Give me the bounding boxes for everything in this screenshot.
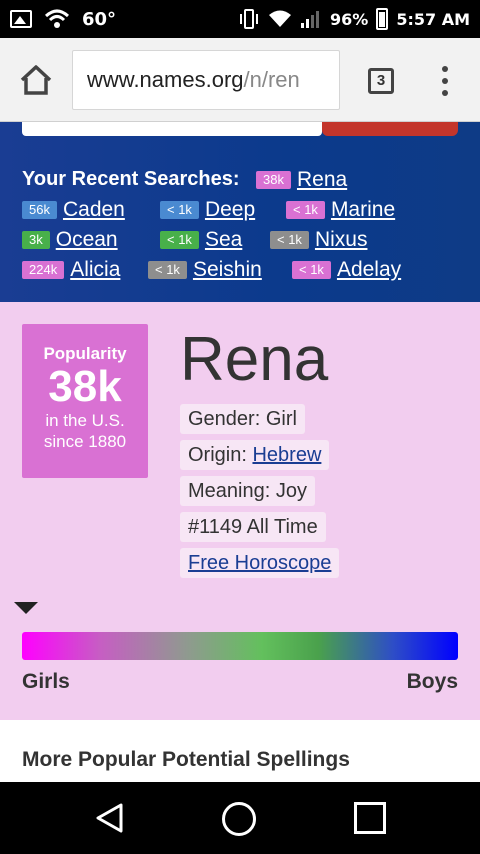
recent-search-item[interactable]: < 1k Adelay <box>292 258 401 282</box>
search-button[interactable] <box>322 122 458 136</box>
home-nav-icon[interactable] <box>222 802 256 836</box>
horoscope-link[interactable]: Free Horoscope <box>188 552 331 574</box>
vibrate-icon <box>240 9 259 29</box>
popularity-badge: < 1k <box>292 261 331 279</box>
origin-fact: Origin: Hebrew <box>180 440 330 470</box>
recent-search-item[interactable]: 38k Rena <box>256 168 347 192</box>
recent-searches-title: Your Recent Searches: <box>22 168 240 190</box>
recent-search-link[interactable]: Sea <box>205 228 242 252</box>
wifi-call-icon <box>44 9 70 28</box>
battery-percent: 96% <box>330 9 369 29</box>
popularity-badge: < 1k <box>270 231 309 249</box>
spellings-title: More Popular Potential Spellings <box>22 748 350 771</box>
popularity-badge: 38k <box>256 171 291 189</box>
wifi-icon <box>269 10 292 27</box>
gender-gauge <box>22 632 458 660</box>
popularity-box: Popularity 38k in the U.S. since 1880 <box>22 324 148 478</box>
name-title: Rena <box>180 325 329 394</box>
recent-apps-icon[interactable] <box>354 802 386 834</box>
recent-search-item[interactable]: 3k Ocean <box>22 228 118 252</box>
recent-search-item[interactable]: < 1k Sea <box>160 228 242 252</box>
popularity-since: since 1880 <box>43 432 127 451</box>
popularity-badge: 3k <box>22 231 50 249</box>
recent-search-link[interactable]: Deep <box>205 198 255 222</box>
recent-search-link[interactable]: Adelay <box>337 258 401 282</box>
horoscope-fact: Free Horoscope <box>180 548 340 578</box>
signal-icon <box>301 11 320 28</box>
recent-searches-panel: Your Recent Searches: 38k Rena 56k Caden… <box>0 122 480 302</box>
recent-search-link[interactable]: Marine <box>331 198 395 222</box>
recent-search-link[interactable]: Seishin <box>193 258 262 282</box>
popularity-badge: 224k <box>22 261 65 279</box>
gender-fact: Gender: Girl <box>180 404 305 434</box>
popularity-badge: < 1k <box>160 231 199 249</box>
tab-switcher-button[interactable]: 3 <box>368 68 394 94</box>
meaning-fact: Meaning: Joy <box>180 476 315 506</box>
browser-toolbar: www.names.org/n/ren 3 <box>0 38 480 122</box>
recent-search-item[interactable]: 224k Alicia <box>22 258 120 282</box>
recent-search-item[interactable]: 56k Caden <box>22 198 125 222</box>
address-bar[interactable]: www.names.org/n/ren <box>72 50 340 110</box>
recent-search-item[interactable]: < 1k Seishin <box>148 258 262 282</box>
recent-search-link[interactable]: Rena <box>297 168 347 192</box>
clock-text: 5:57 AM <box>396 9 470 29</box>
popularity-badge: < 1k <box>160 201 199 219</box>
origin-link[interactable]: Hebrew <box>252 444 321 466</box>
home-icon[interactable] <box>18 64 54 96</box>
recent-search-item[interactable]: < 1k Marine <box>286 198 395 222</box>
origin-label: Origin: <box>188 444 253 466</box>
navigation-bar <box>0 782 480 854</box>
overflow-menu-icon[interactable] <box>440 66 450 96</box>
recent-search-link[interactable]: Nixus <box>315 228 368 252</box>
recent-search-link[interactable]: Alicia <box>70 258 120 282</box>
rank-fact: #1149 All Time <box>180 512 326 542</box>
recent-search-link[interactable]: Caden <box>63 198 125 222</box>
gauge-boys-label: Boys <box>406 670 458 693</box>
battery-icon <box>376 8 389 30</box>
status-bar: 60° 96% 5:57 AM <box>0 0 480 38</box>
popularity-badge: < 1k <box>286 201 325 219</box>
popularity-badge: < 1k <box>148 261 187 279</box>
recent-search-item[interactable]: < 1k Nixus <box>270 228 367 252</box>
gauge-girls-label: Girls <box>22 670 70 693</box>
popularity-region: in the U.S. <box>45 411 125 430</box>
name-card: Popularity 38k in the U.S. since 1880 Re… <box>0 302 480 720</box>
recent-search-item[interactable]: < 1k Deep <box>160 198 255 222</box>
gallery-icon <box>10 10 32 28</box>
temperature-text: 60° <box>82 8 117 30</box>
popularity-badge: 56k <box>22 201 57 219</box>
popularity-value: 38k <box>48 362 122 411</box>
gender-indicator-icon <box>14 602 38 614</box>
url-host: www.names.org <box>87 67 244 92</box>
url-path: /n/ren <box>243 67 300 92</box>
back-icon[interactable] <box>94 802 126 834</box>
search-input[interactable] <box>22 122 322 136</box>
popularity-label: Popularity <box>43 344 127 363</box>
recent-search-link[interactable]: Ocean <box>56 228 118 252</box>
spellings-section: More Popular Potential Spellings <box>0 720 480 782</box>
